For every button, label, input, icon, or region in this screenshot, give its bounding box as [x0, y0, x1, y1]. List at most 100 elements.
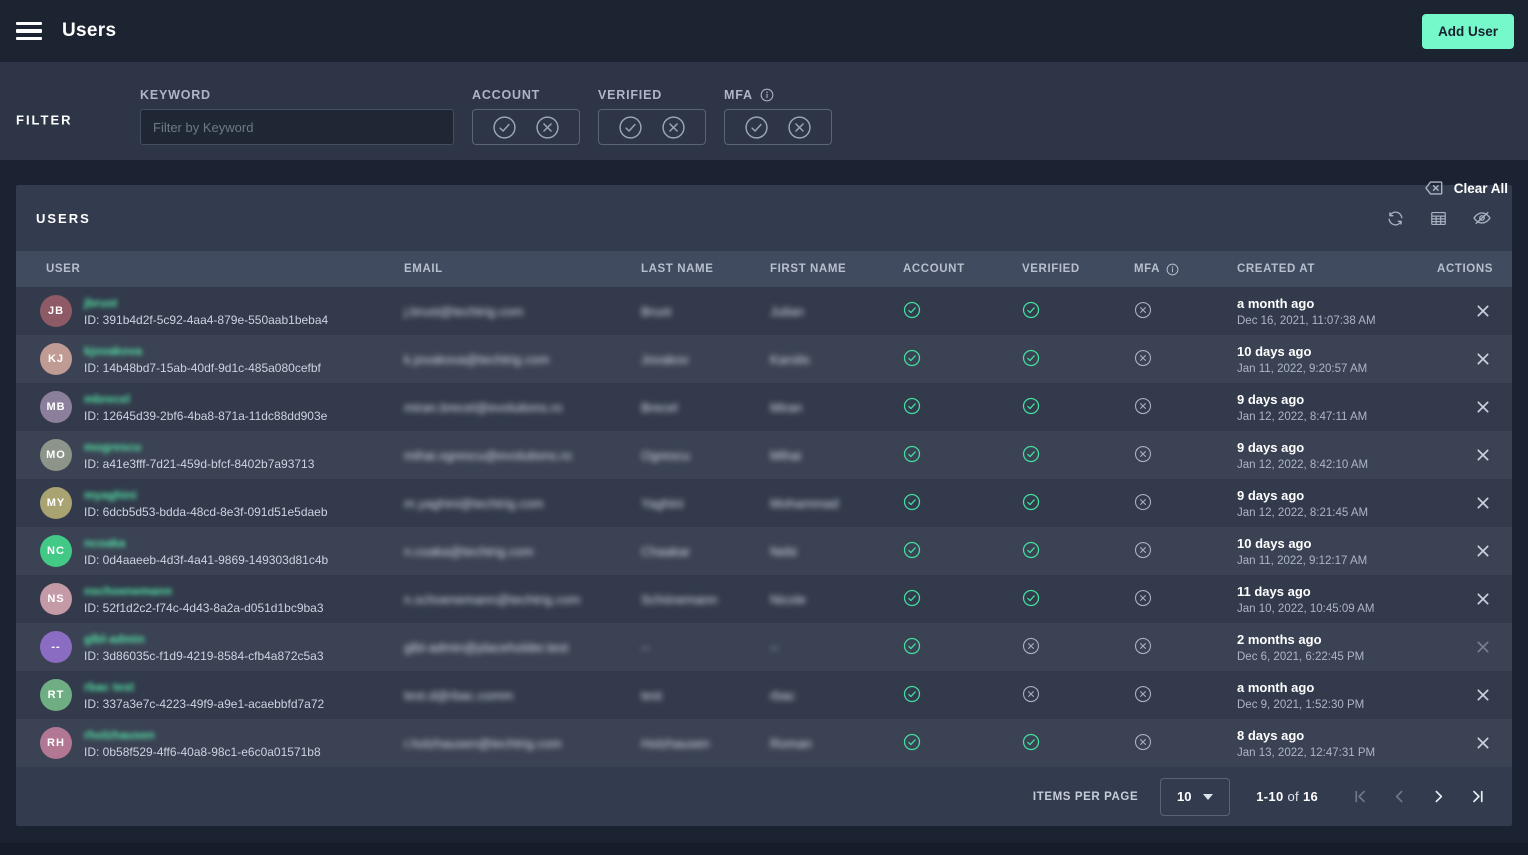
- first-name-cell: Julian: [770, 304, 903, 319]
- account-yes-filter-icon[interactable]: [492, 115, 517, 140]
- account-status-cell: [903, 493, 1022, 514]
- check-circle-icon: [903, 301, 921, 319]
- username-link[interactable]: nschoenemann: [84, 584, 324, 598]
- check-circle-icon: [903, 589, 921, 607]
- username-link[interactable]: kjovakova: [84, 344, 321, 358]
- next-page-icon[interactable]: [1430, 788, 1447, 805]
- verified-status-cell: [1022, 349, 1134, 370]
- menu-icon[interactable]: [16, 22, 42, 40]
- first-name-cell: Mihai: [770, 448, 903, 463]
- account-status-cell: [903, 637, 1022, 658]
- x-circle-icon: [1134, 445, 1152, 463]
- table-columns-icon[interactable]: [1429, 209, 1448, 228]
- user-id-text: ID: 337a3e7c-4223-49f9-a9e1-acaebbfd7a72: [84, 697, 324, 711]
- verified-no-filter-icon[interactable]: [661, 115, 686, 140]
- username-link[interactable]: myaghini: [84, 488, 328, 502]
- mfa-yes-filter-icon[interactable]: [744, 115, 769, 140]
- verified-yes-filter-icon[interactable]: [618, 115, 643, 140]
- delete-user-button[interactable]: [1473, 685, 1493, 705]
- email-cell: k.jovakova@techtrig.com: [404, 352, 641, 367]
- first-name-cell: Nebi: [770, 544, 903, 559]
- delete-user-button[interactable]: [1473, 397, 1493, 417]
- delete-user-button[interactable]: [1473, 301, 1493, 321]
- x-circle-icon: [1134, 685, 1152, 703]
- table-row: MO mogrescu ID: a41e3fff-7d21-459d-bfcf-…: [16, 431, 1512, 479]
- first-page-icon[interactable]: [1352, 788, 1369, 805]
- delete-user-button[interactable]: [1473, 493, 1493, 513]
- keyword-search-input[interactable]: [140, 109, 454, 145]
- mfa-status-cell: [1134, 445, 1237, 466]
- email-cell: mihai.ogrescu@evolutions.ro: [404, 448, 641, 463]
- username-link[interactable]: glbl-admin: [84, 632, 324, 646]
- last-name-cell: Chaakar: [641, 544, 770, 559]
- x-circle-icon: [1134, 733, 1152, 751]
- username-link[interactable]: mbrecel: [84, 392, 327, 406]
- keyword-filter-group: KEYWORD: [140, 62, 454, 145]
- created-relative-text: 2 months ago: [1237, 632, 1427, 647]
- check-circle-icon: [903, 397, 921, 415]
- close-icon: [1475, 687, 1491, 703]
- username-link[interactable]: mogrescu: [84, 440, 314, 454]
- check-circle-icon: [903, 349, 921, 367]
- visibility-off-icon[interactable]: [1472, 208, 1492, 228]
- username-link[interactable]: ncoaka: [84, 536, 328, 550]
- last-name-cell: Brecel: [641, 400, 770, 415]
- table-row: NC ncoaka ID: 0d4aaeeb-4d3f-4a41-9869-14…: [16, 527, 1512, 575]
- account-status-cell: [903, 349, 1022, 370]
- mfa-status-cell: [1134, 301, 1237, 322]
- table-row: JB jbrust ID: 391b4d2f-5c92-4aa4-879e-55…: [16, 287, 1512, 335]
- verified-filter-group: VERIFIED: [598, 62, 706, 145]
- x-circle-icon: [1134, 349, 1152, 367]
- info-icon[interactable]: [1166, 263, 1179, 276]
- last-page-icon[interactable]: [1469, 788, 1486, 805]
- mfa-no-filter-icon[interactable]: [787, 115, 812, 140]
- add-user-button[interactable]: Add User: [1422, 14, 1514, 49]
- delete-user-button[interactable]: [1473, 637, 1493, 657]
- mfa-status-cell: [1134, 541, 1237, 562]
- refresh-icon[interactable]: [1386, 209, 1405, 228]
- avatar: MY: [40, 487, 72, 519]
- info-icon[interactable]: [760, 88, 774, 102]
- x-circle-icon: [1134, 493, 1152, 511]
- check-circle-icon: [1022, 445, 1040, 463]
- close-icon: [1475, 399, 1491, 415]
- account-status-cell: [903, 301, 1022, 322]
- check-circle-icon: [903, 637, 921, 655]
- delete-user-button[interactable]: [1473, 541, 1493, 561]
- email-cell: m.yaghini@techtrig.com: [404, 496, 641, 511]
- username-link[interactable]: jbrust: [84, 296, 328, 310]
- first-name-cell: rbac: [770, 688, 903, 703]
- account-status-cell: [903, 445, 1022, 466]
- email-cell: n.coaka@techtrig.com: [404, 544, 641, 559]
- created-relative-text: 10 days ago: [1237, 344, 1427, 359]
- avatar: JB: [40, 295, 72, 327]
- delete-user-button[interactable]: [1473, 445, 1493, 465]
- users-card-header: USERS: [16, 185, 1512, 251]
- account-no-filter-icon[interactable]: [535, 115, 560, 140]
- close-icon: [1475, 303, 1491, 319]
- page-size-select[interactable]: 10: [1160, 778, 1230, 816]
- user-id-text: ID: 12645d39-2bf6-4ba8-871a-11dc88dd903e: [84, 409, 327, 423]
- check-circle-icon: [903, 733, 921, 751]
- user-id-text: ID: 14b48bd7-15ab-40df-9d1c-485a080cefbf: [84, 361, 321, 375]
- username-link[interactable]: rbac test: [84, 680, 324, 694]
- clear-all-button[interactable]: Clear All: [1423, 177, 1508, 199]
- column-header-first-name: FIRST NAME: [770, 263, 903, 275]
- account-status-cell: [903, 589, 1022, 610]
- created-relative-text: 9 days ago: [1237, 440, 1427, 455]
- x-circle-icon: [1134, 589, 1152, 607]
- close-icon: [1475, 543, 1491, 559]
- username-link[interactable]: rholzhausen: [84, 728, 321, 742]
- close-icon: [1475, 591, 1491, 607]
- created-absolute-text: Jan 12, 2022, 8:21:45 AM: [1237, 507, 1427, 519]
- created-relative-text: 8 days ago: [1237, 728, 1427, 743]
- delete-user-button[interactable]: [1473, 589, 1493, 609]
- previous-page-icon[interactable]: [1391, 788, 1408, 805]
- x-circle-icon: [1134, 637, 1152, 655]
- delete-user-button[interactable]: [1473, 733, 1493, 753]
- check-circle-icon: [1022, 589, 1040, 607]
- verified-status-cell: [1022, 397, 1134, 418]
- table-header-row: USER EMAIL LAST NAME FIRST NAME ACCOUNT …: [16, 251, 1512, 287]
- delete-user-button[interactable]: [1473, 349, 1493, 369]
- user-id-text: ID: 0d4aaeeb-4d3f-4a41-9869-149303d81c4b: [84, 553, 328, 567]
